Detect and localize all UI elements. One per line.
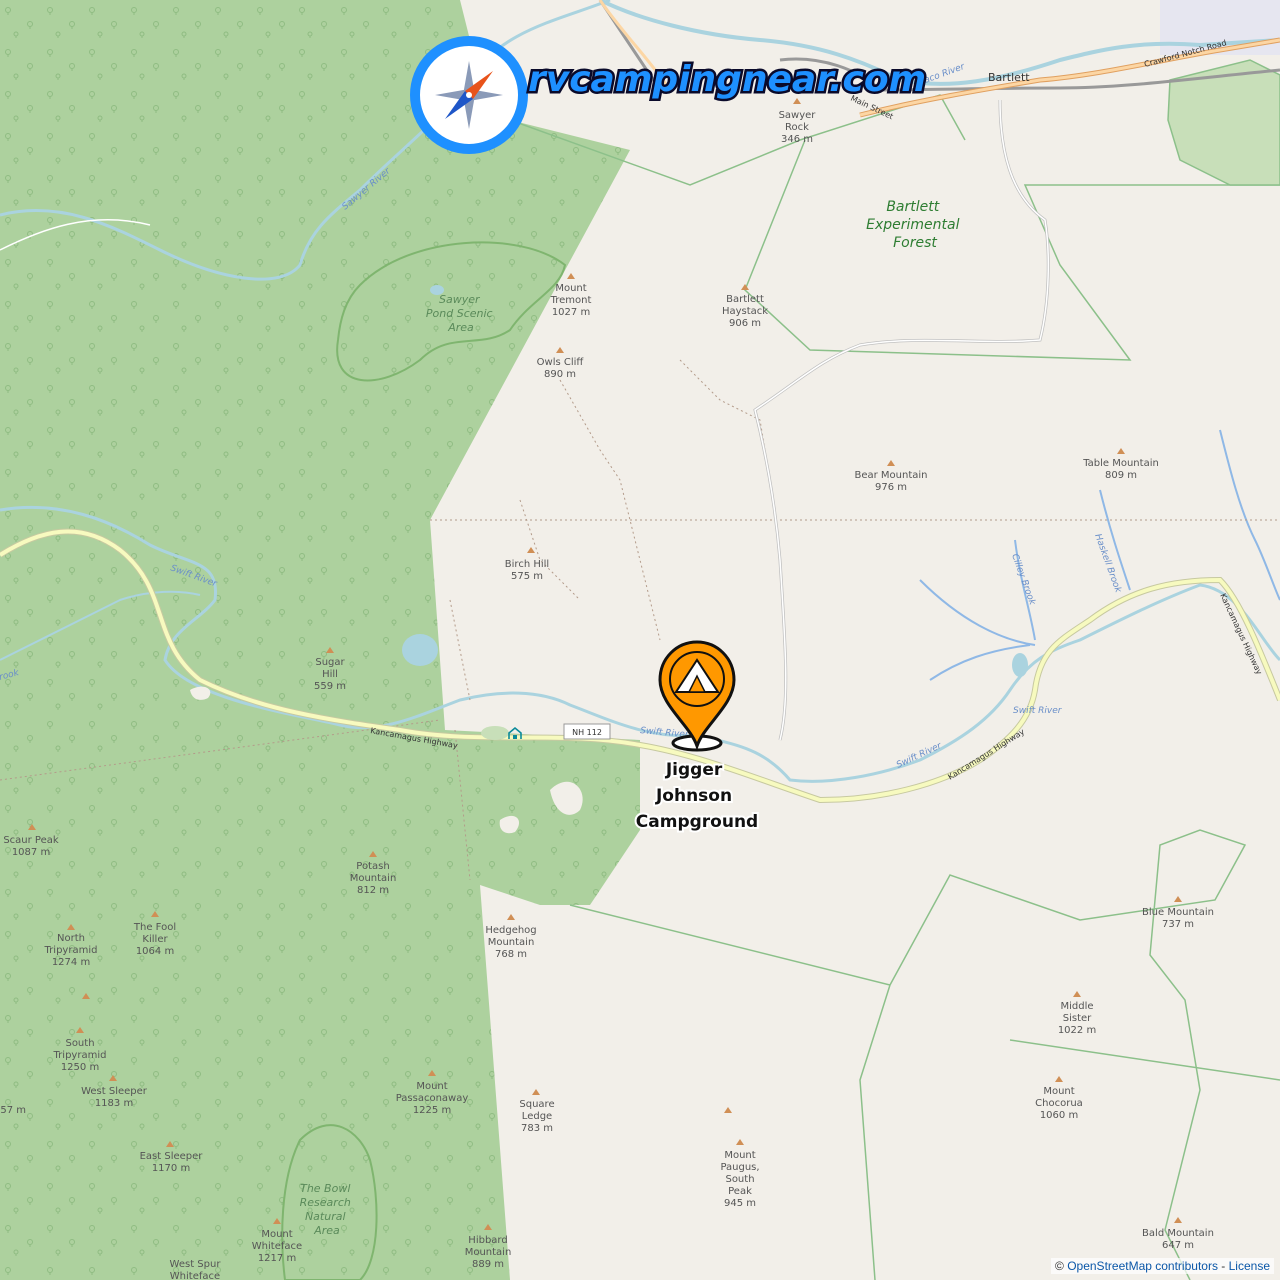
attribution-separator: - [1217, 1259, 1229, 1273]
swift-river-label-east2: Swift River [1013, 706, 1063, 716]
logo-text: rvcampingnear.com [528, 59, 926, 100]
picnic-area [481, 726, 509, 740]
peak-birch-hill: Birch Hill 575 m [505, 559, 549, 582]
svg-text:NH 112: NH 112 [572, 728, 602, 737]
town-bartlett-label: Bartlett [988, 71, 1030, 84]
map-attribution: © OpenStreetMap contributors - License [1051, 1258, 1274, 1274]
osm-contributors-link[interactable]: OpenStreetMap contributors [1067, 1259, 1218, 1273]
peak-west-spur: West Spur Whiteface [170, 1259, 222, 1280]
license-link[interactable]: License [1229, 1259, 1270, 1273]
peak-edge: 957 m [0, 1105, 26, 1116]
peak-middle-sister: Middle Sister 1022 m [1058, 1001, 1096, 1036]
nh112-shield: NH 112 [563, 723, 611, 740]
pond-birch [402, 634, 438, 666]
attribution-prefix: © [1055, 1259, 1068, 1273]
map-canvas[interactable]: Bartlett Experimental Forest Sawyer Pond… [0, 0, 1280, 1280]
peak-square-ledge: Square Ledge 783 m [519, 1099, 554, 1134]
peak-mount-tremont: Mount Tremont 1027 m [550, 283, 592, 318]
peak-paugus-south: Mount Paugus, South Peak 945 m [720, 1150, 759, 1209]
pond-east [1012, 653, 1028, 677]
